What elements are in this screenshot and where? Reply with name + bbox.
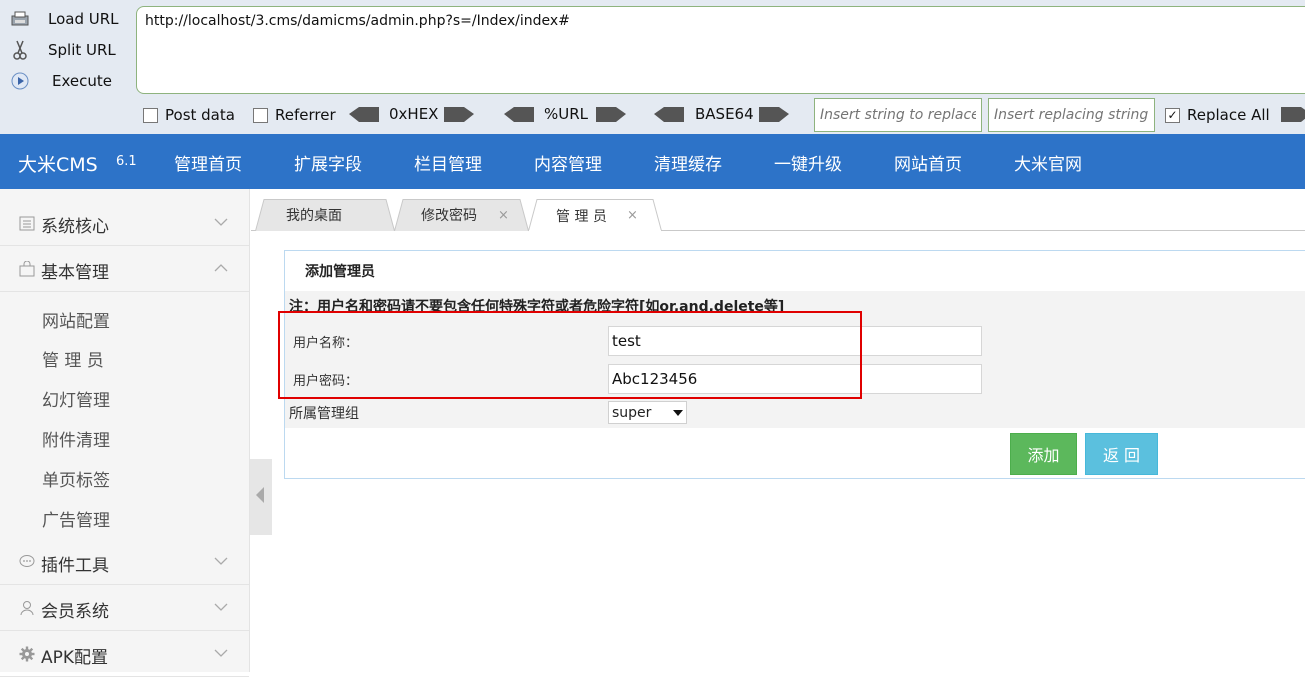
tab-change-password[interactable]: 修改密码 ×	[394, 199, 529, 231]
chevron-up-icon	[214, 264, 228, 272]
load-url-button[interactable]: Load URL	[8, 5, 130, 33]
tab-administrators[interactable]: 管 理 员 ×	[528, 199, 662, 232]
sidebar-item-administrators[interactable]: 管 理 员	[42, 346, 104, 371]
sidebar-item-site-config[interactable]: 网站配置	[42, 307, 110, 332]
load-url-label: Load URL	[48, 10, 119, 28]
nav-item-content-manage[interactable]: 内容管理	[534, 150, 602, 175]
panel-title: 添加管理员	[305, 264, 375, 280]
group-label: 所属管理组	[289, 406, 359, 422]
nav-item-extend-fields[interactable]: 扩展字段	[294, 150, 362, 175]
nav-item-clear-cache[interactable]: 清理缓存	[654, 150, 722, 175]
base64-encode-arrow-icon[interactable]	[759, 107, 789, 122]
sidebar-group-label: 基本管理	[41, 263, 109, 283]
add-button[interactable]: 添加	[1010, 433, 1077, 475]
close-icon[interactable]: ×	[498, 208, 509, 223]
url-textarea[interactable]: http://localhost/3.cms/damicms/admin.php…	[136, 6, 1305, 94]
sidebar-item-attachment-cleanup[interactable]: 附件清理	[42, 426, 110, 451]
hex-label: 0xHEX	[389, 105, 439, 123]
split-url-label: Split URL	[48, 41, 116, 59]
highlight-annotation-box	[278, 311, 862, 399]
sidebar-group-label: 会员系统	[41, 602, 109, 622]
checkbox-checked[interactable]: ✓	[1165, 107, 1180, 123]
replace-string-input[interactable]	[814, 98, 982, 132]
sidebar-item-slides[interactable]: 幻灯管理	[42, 386, 110, 411]
user-icon	[20, 601, 34, 616]
load-url-icon	[8, 8, 32, 30]
gear-icon	[19, 646, 35, 662]
tab-label: 修改密码	[421, 208, 477, 224]
chat-bubble-icon	[19, 555, 35, 567]
sidebar-group-label: 系统核心	[41, 217, 109, 237]
dropdown-arrow-icon	[673, 409, 683, 416]
sidebar-group-basic-manage[interactable]: 基本管理	[0, 246, 249, 292]
sidebar-item-page-tags[interactable]: 单页标签	[42, 466, 110, 491]
post-data-checkbox[interactable]: Post data	[143, 105, 235, 125]
nav-item-column-manage[interactable]: 栏目管理	[414, 150, 482, 175]
tab-my-desktop[interactable]: 我的桌面	[255, 199, 395, 231]
chevron-left-icon	[256, 487, 264, 503]
sidebar-group-plugins[interactable]: 插件工具	[0, 539, 249, 585]
base64-label: BASE64	[695, 105, 754, 123]
split-url-button[interactable]: Split URL	[8, 36, 130, 64]
replace-arrow-icon[interactable]	[1281, 107, 1305, 122]
nav-item-admin-home[interactable]: 管理首页	[174, 150, 242, 175]
sidebar: 系统核心 基本管理 网站配置 管 理 员 幻灯管理 附件清理 单页标签 广告管理…	[0, 189, 250, 677]
document-icon	[19, 216, 35, 231]
chevron-down-icon	[214, 218, 228, 226]
play-icon	[8, 70, 32, 92]
admin-group-select[interactable]: super	[608, 401, 687, 424]
sidebar-group-apk-config[interactable]: APK配置	[0, 631, 249, 677]
base64-decode-arrow-icon[interactable]	[654, 107, 684, 122]
referrer-checkbox[interactable]: Referrer	[253, 105, 336, 125]
close-icon[interactable]: ×	[627, 208, 638, 223]
checkbox-box[interactable]	[143, 107, 158, 123]
top-navigation: 大米CMS 6.1 管理首页 扩展字段 栏目管理 内容管理 清理缓存 一键升级 …	[0, 134, 1305, 189]
chevron-down-icon	[214, 603, 228, 611]
sidebar-group-system-core[interactable]: 系统核心	[0, 200, 249, 246]
version-badge: 6.1	[116, 154, 137, 169]
tab-label: 我的桌面	[286, 208, 342, 224]
checkbox-box[interactable]	[253, 107, 268, 123]
url-encode-arrow-icon[interactable]	[596, 107, 626, 122]
back-button[interactable]: 返 回	[1085, 433, 1158, 475]
nav-item-upgrade[interactable]: 一键升级	[774, 150, 842, 175]
hex-encode-arrow-icon[interactable]	[444, 107, 474, 122]
referrer-label: Referrer	[275, 106, 336, 124]
nav-item-site-home[interactable]: 网站首页	[894, 150, 962, 175]
scissors-icon	[8, 39, 32, 61]
execute-label: Execute	[52, 72, 112, 90]
bag-icon	[19, 261, 35, 277]
url-encode-label: %URL	[544, 105, 589, 123]
sidebar-collapse-toggle[interactable]	[250, 459, 272, 535]
replacing-string-input[interactable]	[988, 98, 1155, 132]
tab-label: 管 理 员	[556, 208, 607, 225]
url-decode-arrow-icon[interactable]	[504, 107, 534, 122]
chevron-down-icon	[214, 649, 228, 657]
hex-decode-arrow-icon[interactable]	[349, 107, 379, 122]
group-select-value: super	[612, 404, 652, 421]
sidebar-item-ads[interactable]: 广告管理	[42, 506, 110, 531]
brand-logo[interactable]: 大米CMS	[18, 150, 98, 177]
chevron-down-icon	[214, 557, 228, 565]
sidebar-group-label: APK配置	[41, 648, 109, 668]
replace-all-label: Replace All	[1187, 106, 1270, 124]
hackbar-toolbar: Load URL Split URL Execute http://localh…	[0, 0, 1305, 134]
nav-item-official-site[interactable]: 大米官网	[1014, 150, 1082, 175]
sidebar-group-label: 插件工具	[41, 556, 109, 576]
post-data-label: Post data	[165, 106, 235, 124]
execute-button[interactable]: Execute	[8, 67, 130, 95]
sidebar-group-members[interactable]: 会员系统	[0, 585, 249, 631]
replace-all-checkbox[interactable]: ✓ Replace All	[1165, 105, 1270, 125]
